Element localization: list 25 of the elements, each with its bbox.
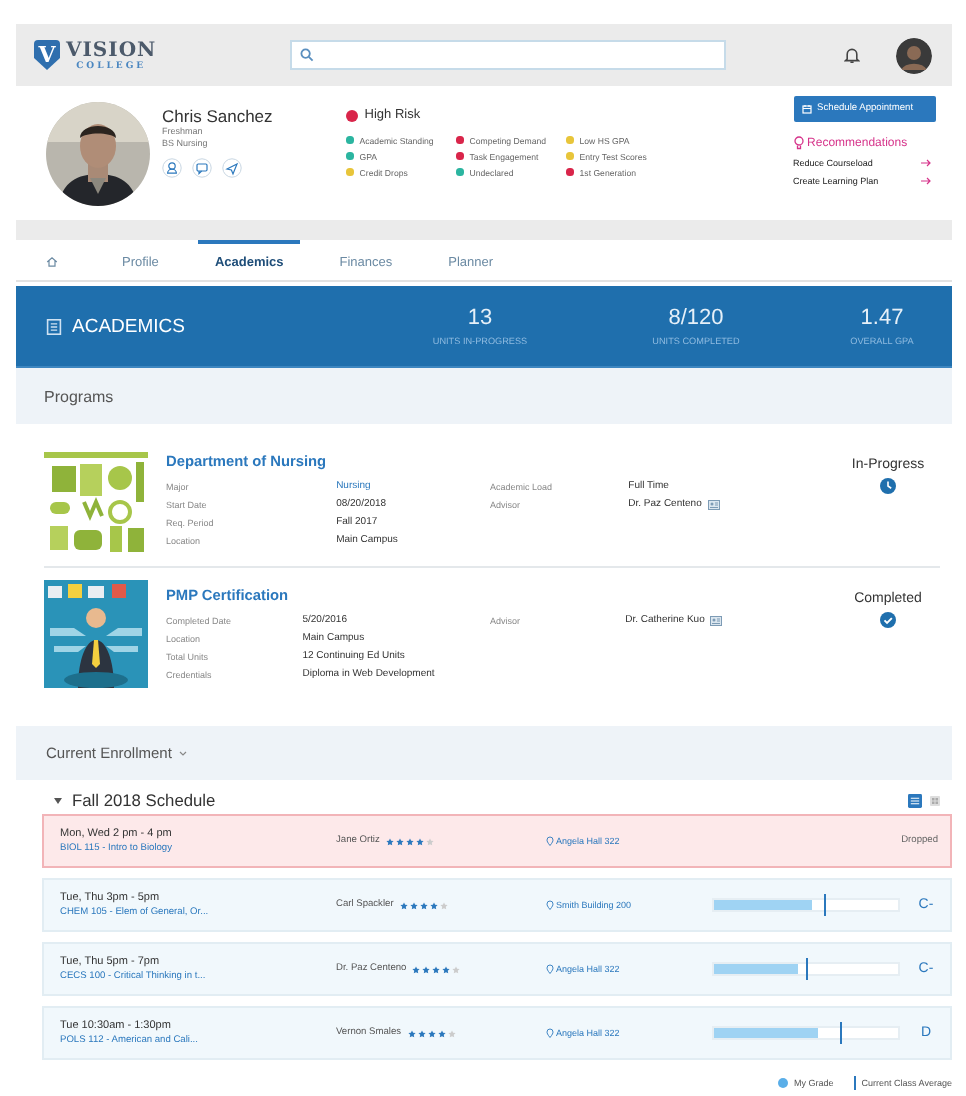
contact-card-icon[interactable] [707, 500, 720, 510]
lightbulb-icon [793, 136, 804, 150]
bell-icon[interactable] [844, 46, 860, 64]
book-icon [46, 317, 62, 335]
stat-value: 13 [467, 306, 493, 332]
search-field[interactable] [290, 40, 726, 70]
calendar-icon [801, 104, 812, 114]
student-name: Chris Sanchez [162, 106, 275, 126]
stat-value: 8/120 [668, 306, 724, 332]
person-icon[interactable] [162, 158, 182, 178]
home-icon [46, 256, 58, 268]
logo-name: VISION [66, 39, 157, 61]
clock-icon [880, 478, 896, 494]
schedule-title: Fall 2018 Schedule [72, 790, 216, 810]
logo-mark: V [34, 40, 60, 70]
search-icon [300, 48, 314, 62]
send-icon[interactable] [222, 158, 242, 178]
avatar[interactable] [896, 37, 932, 73]
section-title: ACADEMICS [72, 315, 185, 337]
arrow-icon[interactable] [920, 176, 932, 186]
section-heading: Programs [44, 387, 114, 405]
profile-photo [46, 102, 150, 206]
arrow-icon[interactable] [920, 158, 932, 168]
chat-icon[interactable] [192, 158, 212, 178]
stat-value: 1.47 [860, 306, 904, 332]
